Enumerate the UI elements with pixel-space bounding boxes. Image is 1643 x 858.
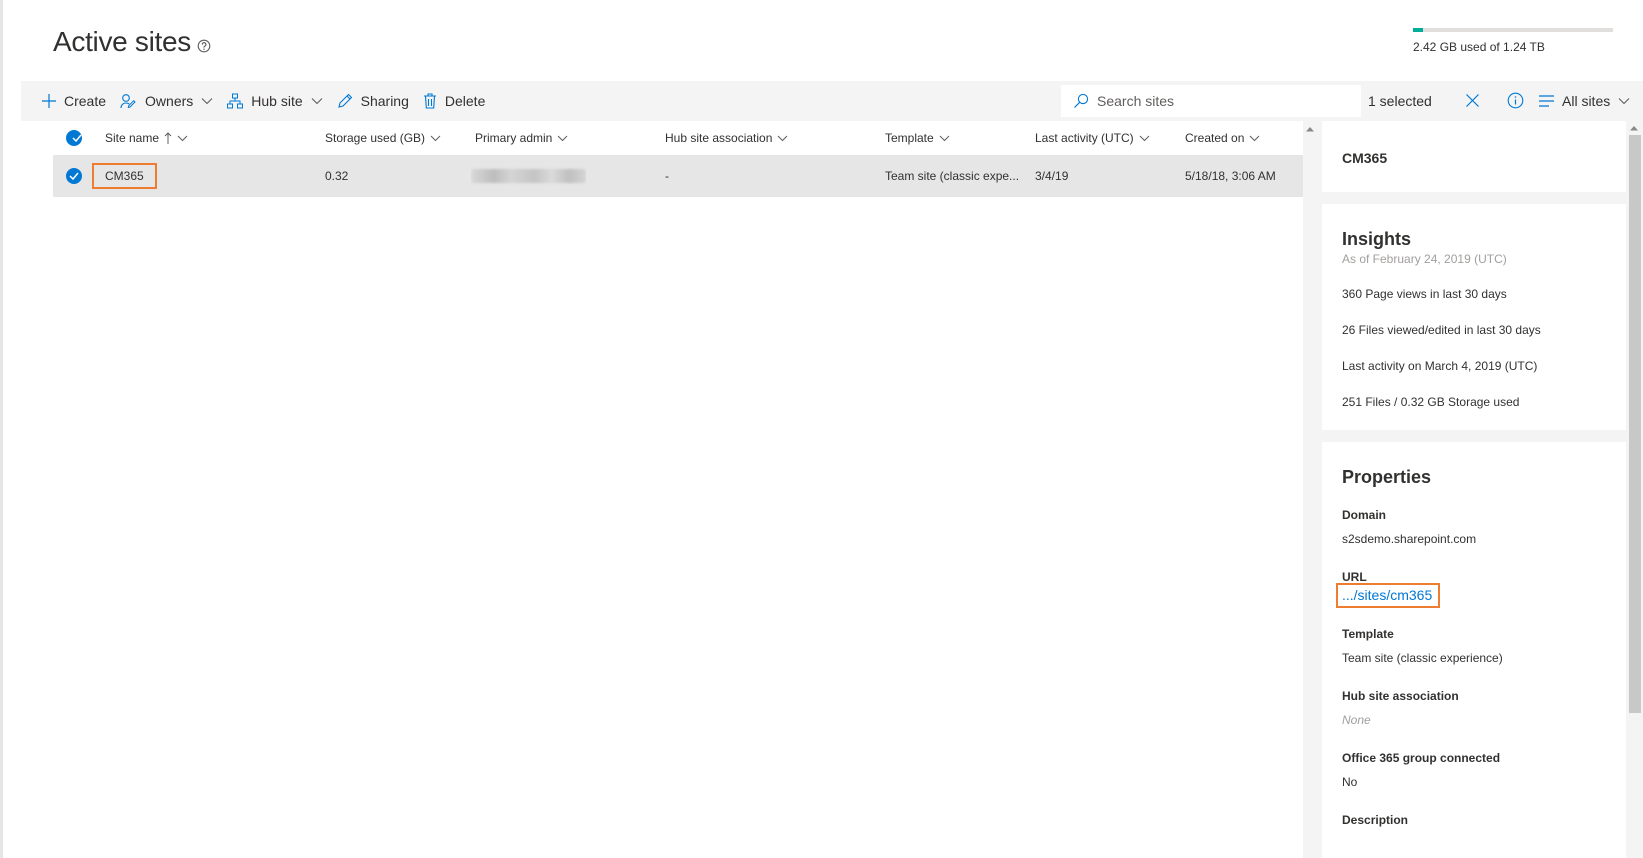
group-value: No (1342, 775, 1358, 789)
search-box[interactable] (1061, 85, 1361, 117)
insight-storage: 251 Files / 0.32 GB Storage used (1342, 395, 1520, 409)
command-bar: Create Owners Hub site Sharing Delete 1 … (21, 81, 1643, 121)
domain-label: Domain (1342, 508, 1387, 522)
storage-text: 2.42 GB used of 1.24 TB (1413, 40, 1545, 54)
window-edge (0, 0, 3, 858)
chevron-down-icon (1139, 135, 1150, 141)
hub-site-button[interactable]: Hub site (220, 81, 329, 121)
sharing-button[interactable]: Sharing (330, 81, 416, 121)
column-storage[interactable]: Storage used (GB) (325, 121, 441, 155)
cell-storage: 0.32 (325, 169, 349, 183)
description-label: Description (1342, 813, 1409, 827)
owners-button[interactable]: Owners (113, 81, 220, 121)
row-checkbox[interactable] (66, 155, 82, 197)
chevron-down-icon (558, 135, 568, 141)
template-label: Template (1342, 627, 1394, 641)
owners-icon (120, 94, 136, 109)
close-icon (1466, 94, 1479, 107)
column-hub-site[interactable]: Hub site association (665, 121, 788, 155)
chevron-down-icon (177, 135, 188, 141)
check-icon (66, 168, 82, 184)
insights-title: Insights (1342, 229, 1412, 249)
chevron-down-icon (1250, 135, 1260, 141)
url-link[interactable]: .../sites/cm365 (1336, 583, 1441, 608)
scroll-up-icon (1630, 126, 1638, 131)
trash-icon (423, 93, 436, 109)
chevron-down-icon (1618, 98, 1630, 105)
details-panel: CM365 Insights As of February 24, 2019 (… (1317, 121, 1643, 858)
storage-usage: 2.42 GB used of 1.24 TB (1413, 28, 1613, 54)
redacted-admin (471, 169, 586, 183)
url-label: URL (1342, 570, 1367, 584)
cell-primary-admin (471, 155, 586, 197)
template-value: Team site (classic experience) (1342, 651, 1503, 665)
pencil-icon (337, 93, 352, 108)
table-row[interactable]: CM365 0.32 - Team site (classic expe... … (53, 155, 1303, 197)
panel-scrollbar[interactable] (1626, 121, 1643, 858)
column-created-on[interactable]: Created on (1185, 121, 1260, 155)
page-title: Active sites (53, 24, 211, 60)
chevron-down-icon (311, 98, 323, 105)
column-site-name[interactable]: Site name (105, 121, 188, 155)
info-button[interactable] (1507, 92, 1524, 114)
table-header: Site name Storage used (GB) Primary admi… (53, 121, 1303, 155)
site-name-link[interactable]: CM365 (92, 163, 157, 189)
domain-value: s2sdemo.sharepoint.com (1342, 532, 1477, 546)
create-button[interactable]: Create (35, 81, 113, 121)
hub-value: None (1342, 713, 1371, 727)
view-selector[interactable]: All sites (1539, 81, 1630, 121)
insight-page-views: 360 Page views in last 30 days (1342, 287, 1507, 301)
help-icon[interactable] (197, 28, 211, 60)
list-icon (1539, 95, 1554, 107)
chevron-down-icon (430, 135, 441, 141)
scroll-up-icon (1306, 127, 1314, 132)
search-input[interactable] (1097, 93, 1347, 109)
panel-site-name: CM365 (1342, 150, 1388, 166)
properties-card: Properties Domain s2sdemo.sharepoint.com… (1322, 442, 1627, 858)
cell-site-name[interactable]: CM365 (92, 155, 157, 197)
table-scrollbar[interactable] (1303, 121, 1317, 858)
insights-card: Insights As of February 24, 2019 (UTC) 3… (1322, 204, 1627, 430)
hub-label: Hub site association (1342, 689, 1459, 703)
storage-bar (1413, 28, 1613, 32)
column-last-activity[interactable]: Last activity (UTC) (1035, 121, 1150, 155)
delete-button[interactable]: Delete (416, 81, 492, 121)
select-all-checkbox[interactable] (66, 121, 82, 155)
cell-last-activity: 3/4/19 (1035, 169, 1069, 183)
chevron-down-icon (778, 135, 788, 141)
chevron-down-icon (939, 135, 950, 141)
chevron-down-icon (201, 98, 213, 105)
column-template[interactable]: Template (885, 121, 950, 155)
cell-hub-site: - (665, 169, 669, 183)
sites-table: Site name Storage used (GB) Primary admi… (53, 121, 1303, 197)
sort-up-icon (164, 132, 172, 144)
cell-template: Team site (classic expe... (885, 169, 1020, 183)
hub-site-icon (227, 93, 244, 109)
insight-last-activity: Last activity on March 4, 2019 (UTC) (1342, 359, 1538, 373)
selected-count: 1 selected (1368, 93, 1432, 109)
properties-title: Properties (1342, 467, 1432, 487)
group-label: Office 365 group connected (1342, 751, 1501, 765)
cell-created-on: 5/18/18, 3:06 AM (1185, 169, 1276, 183)
insight-files-viewed: 26 Files viewed/edited in last 30 days (1342, 323, 1541, 337)
clear-selection-button[interactable] (1465, 93, 1480, 113)
check-icon (66, 130, 82, 146)
panel-header-card: CM365 (1322, 121, 1627, 192)
search-icon (1074, 93, 1089, 108)
insights-date: As of February 24, 2019 (UTC) (1342, 252, 1507, 266)
column-primary-admin[interactable]: Primary admin (475, 121, 568, 155)
scrollbar-thumb[interactable] (1629, 135, 1641, 713)
storage-bar-fill (1413, 28, 1423, 32)
info-icon (1507, 92, 1524, 109)
plus-icon (42, 94, 56, 108)
